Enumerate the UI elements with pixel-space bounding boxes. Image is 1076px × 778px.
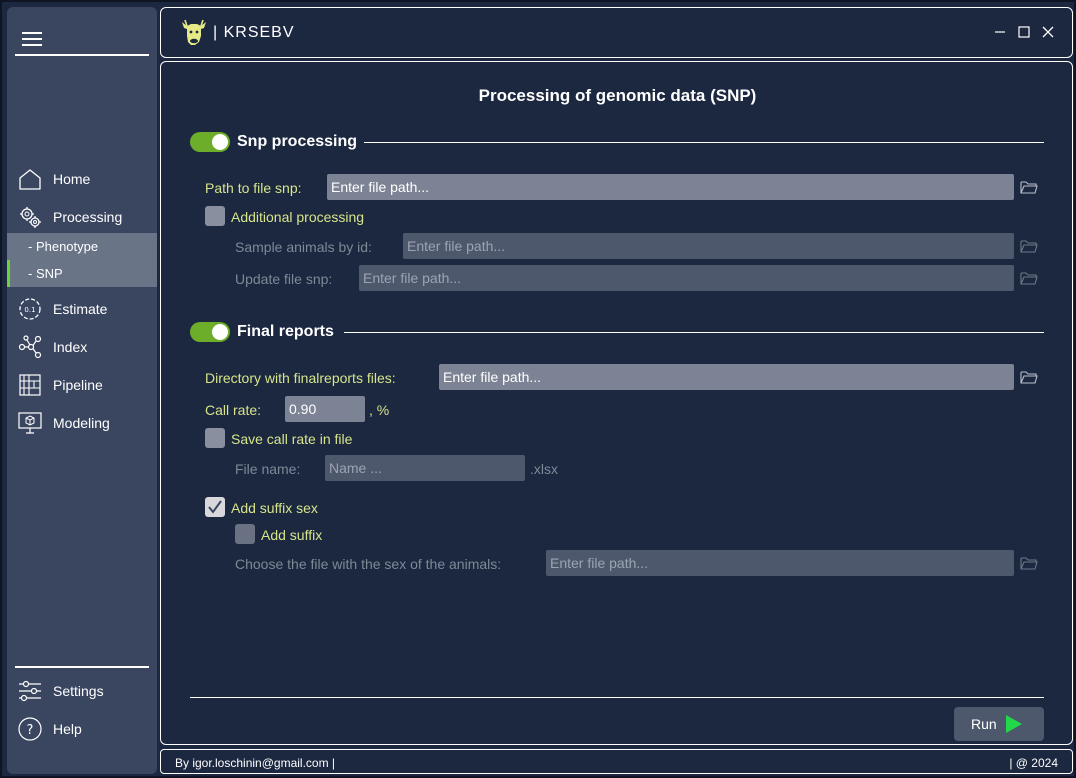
sidebar-divider-top [15, 54, 149, 56]
update-snp-input[interactable] [359, 265, 1014, 291]
run-button[interactable]: Run [954, 707, 1044, 741]
sex-file-label: Choose the file with the sex of the anim… [235, 556, 502, 572]
title-bar[interactable]: | KRSEBV [160, 7, 1073, 58]
bottom-divider [190, 697, 1044, 698]
snp-processing-toggle[interactable] [190, 132, 230, 152]
sliders-icon [19, 680, 41, 702]
estimate-icon: 0.1 [19, 298, 41, 320]
sidebar-item-label: Settings [53, 683, 104, 699]
svg-text:0.1: 0.1 [24, 306, 35, 314]
folder-icon[interactable] [1020, 370, 1038, 384]
sidebar-item-estimate[interactable]: 0.1 Estimate [7, 292, 157, 326]
final-reports-dir-label: Directory with finalreports files: [205, 370, 396, 386]
update-snp-label: Update file snp: [235, 271, 333, 287]
sidebar-item-snp[interactable]: - SNP [7, 260, 157, 287]
additional-processing-label: Additional processing [231, 209, 365, 225]
section-divider [364, 142, 1044, 143]
modeling-icon [18, 412, 42, 434]
page-title: Processing of genomic data (SNP) [478, 86, 757, 105]
sex-file-input[interactable] [546, 550, 1014, 576]
sidebar-item-pipeline[interactable]: Pipeline [7, 368, 157, 402]
maximize-icon[interactable] [1016, 24, 1032, 40]
snp-path-label: Path to file snp: [205, 180, 302, 196]
app-window: Home Processing - Phenotype - SNP 0.1 Es… [0, 0, 1076, 778]
sidebar-item-label: Index [53, 339, 88, 355]
save-call-rate-label: Save call rate in file [231, 431, 353, 447]
sidebar-item-label: Pipeline [53, 377, 103, 393]
network-icon [18, 335, 42, 359]
call-rate-label: Call rate: [205, 402, 262, 418]
sidebar-item-label: Processing [53, 209, 123, 225]
checkmark-icon [208, 500, 222, 514]
final-reports-section-header: Final reports [190, 322, 1044, 344]
sidebar-item-settings[interactable]: Settings [7, 674, 157, 708]
sidebar-item-home[interactable]: Home [7, 162, 157, 196]
close-icon[interactable] [1040, 24, 1056, 40]
main-panel: Processing of genomic data (SNP) Snp pro… [160, 61, 1073, 745]
home-icon [19, 169, 41, 190]
file-name-input[interactable] [325, 455, 525, 481]
sidebar-item-label: Estimate [53, 301, 108, 317]
sample-animals-label: Sample animals by id: [235, 239, 372, 255]
folder-icon[interactable] [1020, 239, 1038, 253]
minimize-icon[interactable] [992, 24, 1008, 40]
help-icon: ? [18, 717, 42, 741]
author-credit: By igor.loschinin@gmail.com | [175, 756, 336, 770]
sidebar-item-label: Modeling [53, 415, 110, 431]
sidebar-item-label: - Phenotype [28, 239, 99, 254]
sidebar-item-label: Help [53, 721, 82, 737]
folder-icon[interactable] [1020, 271, 1038, 285]
play-icon [1006, 715, 1022, 733]
sidebar: Home Processing - Phenotype - SNP 0.1 Es… [7, 7, 157, 774]
sidebar-divider-bottom [15, 666, 149, 668]
hamburger-icon[interactable] [20, 28, 46, 50]
final-reports-toggle[interactable] [190, 322, 230, 342]
add-suffix-sex-label: Add suffix sex [231, 500, 318, 516]
add-suffix-checkbox[interactable] [235, 524, 255, 544]
sidebar-item-label: - SNP [28, 266, 63, 281]
folder-icon[interactable] [1020, 180, 1038, 194]
add-suffix-label: Add suffix [261, 527, 323, 543]
sidebar-item-label: Home [53, 171, 91, 187]
sample-animals-input[interactable] [403, 233, 1014, 259]
call-rate-unit: , % [369, 402, 390, 418]
file-name-label: File name: [235, 461, 301, 477]
sidebar-item-index[interactable]: Index [7, 330, 157, 364]
app-title: | KRSEBV [213, 24, 295, 41]
cow-icon [182, 19, 206, 45]
svg-text:?: ? [27, 723, 34, 738]
final-reports-dir-input[interactable] [439, 364, 1014, 390]
folder-icon[interactable] [1020, 556, 1038, 570]
section-title: Final reports [237, 323, 334, 340]
additional-processing-checkbox[interactable] [205, 206, 225, 226]
file-extension: .xlsx [530, 461, 558, 477]
section-divider [344, 332, 1044, 333]
section-title: Snp processing [237, 133, 358, 150]
save-call-rate-checkbox[interactable] [205, 428, 225, 448]
snp-section-header: Snp processing [190, 132, 1044, 154]
gears-icon [20, 207, 41, 228]
sidebar-item-help[interactable]: ? Help [7, 712, 157, 746]
run-button-label: Run [971, 716, 997, 732]
sidebar-item-processing[interactable]: Processing [7, 200, 157, 234]
call-rate-input[interactable] [285, 396, 365, 422]
copyright-year: | @ 2024 [1009, 756, 1058, 770]
pipeline-icon [19, 374, 41, 396]
sidebar-item-modeling[interactable]: Modeling [7, 406, 157, 440]
add-suffix-sex-checkbox[interactable] [205, 497, 225, 517]
sidebar-item-phenotype[interactable]: - Phenotype [7, 233, 157, 260]
snp-path-input[interactable] [327, 174, 1014, 200]
status-bar: By igor.loschinin@gmail.com | | @ 2024 [160, 749, 1073, 774]
